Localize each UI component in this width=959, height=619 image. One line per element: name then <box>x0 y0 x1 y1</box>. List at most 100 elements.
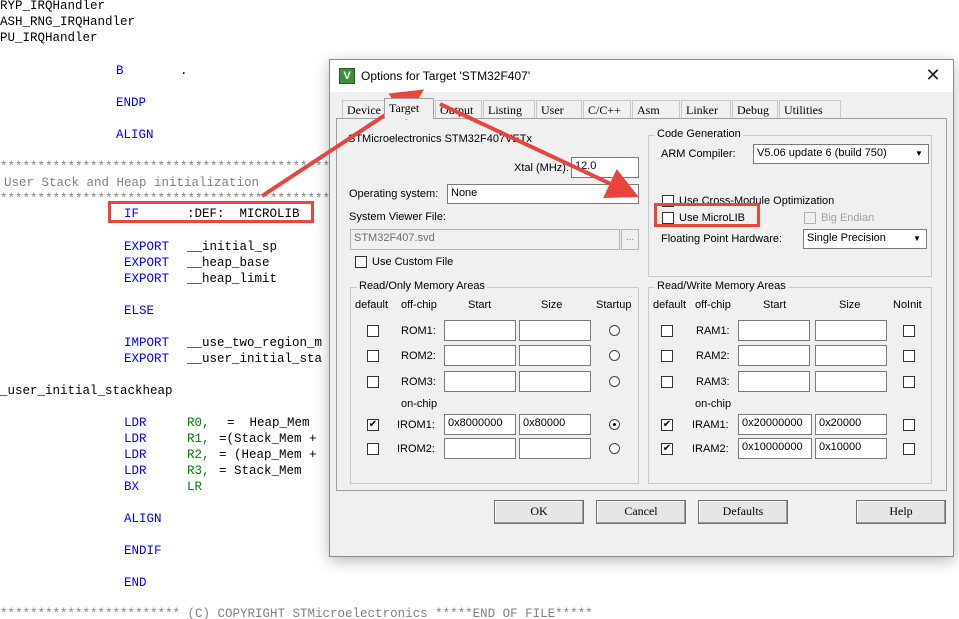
ram3-noinit-checkbox[interactable] <box>903 376 915 388</box>
irom2-startup-radio[interactable] <box>609 443 620 454</box>
ram3-label: RAM3: <box>696 376 730 388</box>
dialog-titlebar[interactable]: V Options for Target 'STM32F407' ✕ <box>330 60 953 92</box>
irom1-startup-radio[interactable] <box>609 419 620 430</box>
ram3-size-input[interactable] <box>815 371 887 392</box>
help-button[interactable]: Help <box>856 500 946 524</box>
iram1-noinit-checkbox[interactable] <box>903 419 915 431</box>
tab-target[interactable]: Target <box>384 98 434 119</box>
col-default: default <box>653 299 687 311</box>
onchip-label: on-chip <box>401 398 438 410</box>
fpu-label: Floating Point Hardware: <box>661 233 783 245</box>
ram1-start-input[interactable] <box>738 320 810 341</box>
rom3-start-input[interactable] <box>444 371 516 392</box>
iram1-start-input[interactable]: 0x20000000 <box>738 414 812 435</box>
ok-button[interactable]: OK <box>494 500 584 524</box>
iram1-default-checkbox[interactable]: ✔ <box>661 419 673 431</box>
col-noinit: NoInit <box>893 299 922 311</box>
code-generation-title: Code Generation <box>655 128 743 140</box>
readonly-memory-title: Read/Only Memory Areas <box>357 280 487 292</box>
rom3-label: ROM3: <box>401 376 436 388</box>
ram2-start-input[interactable] <box>738 345 810 366</box>
tab-utilities[interactable]: Utilities <box>779 100 841 118</box>
rom1-startup-radio[interactable] <box>609 325 620 336</box>
irom2-label: IROM2: <box>397 443 435 455</box>
col-size: Size <box>839 299 861 311</box>
rom2-start-input[interactable] <box>444 345 516 366</box>
code-op: LDR <box>124 432 147 446</box>
rom1-start-input[interactable] <box>444 320 516 341</box>
use-custom-file-checkbox[interactable] <box>355 256 367 268</box>
code-reg: R3, <box>187 464 210 478</box>
tab-listing[interactable]: Listing <box>483 100 535 118</box>
tab-c-cpp[interactable]: C/C++ <box>583 100 631 118</box>
rom3-startup-radio[interactable] <box>609 376 620 387</box>
big-endian-label: Big Endian <box>821 212 875 224</box>
ram2-noinit-checkbox[interactable] <box>903 350 915 362</box>
tab-linker[interactable]: Linker <box>681 100 731 118</box>
microlib-highlight-box <box>654 203 760 227</box>
chevron-down-icon: ▼ <box>625 189 633 198</box>
defaults-button[interactable]: Defaults <box>698 500 788 524</box>
ram2-size-input[interactable] <box>815 345 887 366</box>
iram1-size-input[interactable]: 0x20000 <box>815 414 887 435</box>
rom1-size-input[interactable] <box>519 320 591 341</box>
arm-compiler-label: ARM Compiler: <box>661 148 736 160</box>
iram2-start-input[interactable]: 0x10000000 <box>738 438 812 459</box>
target-tab-panel: STMicroelectronics STM32F407VETx Xtal (M… <box>336 118 947 491</box>
browse-button[interactable]: ... <box>621 229 639 250</box>
tab-device[interactable]: Device <box>342 100 386 118</box>
col-offchip: off-chip <box>695 299 731 311</box>
irom2-default-checkbox[interactable] <box>367 443 379 455</box>
close-icon[interactable]: ✕ <box>921 65 945 87</box>
code-reg: R2, <box>187 448 210 462</box>
ram2-default-checkbox[interactable] <box>661 350 673 362</box>
ram1-size-input[interactable] <box>815 320 887 341</box>
iram2-size-input[interactable]: 0x10000 <box>815 438 887 459</box>
code-arg: __user_initial_sta <box>187 352 323 366</box>
ram1-default-checkbox[interactable] <box>661 325 673 337</box>
os-select[interactable]: None ▼ <box>447 184 639 204</box>
rom1-default-checkbox[interactable] <box>367 325 379 337</box>
tab-output[interactable]: Output <box>435 100 482 118</box>
code-arg: __use_two_region_m <box>187 336 323 350</box>
microlib-code-highlight <box>108 201 314 223</box>
fpu-select[interactable]: Single Precision ▼ <box>803 229 927 249</box>
code-op: EXPORT <box>124 352 170 366</box>
svf-input[interactable]: STM32F407.svd <box>350 229 620 250</box>
iram2-label: IRAM2: <box>692 443 729 455</box>
rom3-size-input[interactable] <box>519 371 591 392</box>
iram2-noinit-checkbox[interactable] <box>903 443 915 455</box>
keil-app-icon: V <box>339 68 355 84</box>
irom1-default-checkbox[interactable]: ✔ <box>367 419 379 431</box>
rom2-startup-radio[interactable] <box>609 350 620 361</box>
rom2-default-checkbox[interactable] <box>367 350 379 362</box>
iram2-default-checkbox[interactable]: ✔ <box>661 443 673 455</box>
tab-user[interactable]: User <box>536 100 582 118</box>
rom3-default-checkbox[interactable] <box>367 376 379 388</box>
big-endian-checkbox[interactable] <box>804 212 816 224</box>
tab-asm[interactable]: Asm <box>632 100 680 118</box>
code-comment: ****************************************… <box>0 160 346 174</box>
arm-compiler-select[interactable]: V5.06 update 6 (build 750) ▼ <box>753 144 929 164</box>
irom1-size-input[interactable]: 0x80000 <box>519 414 591 435</box>
os-select-value: None <box>451 187 478 199</box>
code-op: ALIGN <box>116 128 154 142</box>
xtal-input[interactable]: 12.0 <box>571 157 639 178</box>
ram3-default-checkbox[interactable] <box>661 376 673 388</box>
tab-debug[interactable]: Debug <box>732 100 778 118</box>
code-reg: R0, <box>187 416 210 430</box>
ram2-label: RAM2: <box>696 350 730 362</box>
col-size: Size <box>541 299 563 311</box>
rom2-size-input[interactable] <box>519 345 591 366</box>
chevron-down-icon: ▼ <box>913 234 921 243</box>
cancel-button[interactable]: Cancel <box>596 500 686 524</box>
irom2-start-input[interactable] <box>444 438 516 459</box>
code-op: LDR <box>124 464 147 478</box>
irom2-size-input[interactable] <box>519 438 591 459</box>
irom1-start-input[interactable]: 0x8000000 <box>444 414 516 435</box>
ram1-noinit-checkbox[interactable] <box>903 325 915 337</box>
onchip-label: on-chip <box>695 398 732 410</box>
readonly-memory-group: Read/Only Memory Areas default off-chip … <box>350 280 639 484</box>
ram3-start-input[interactable] <box>738 371 810 392</box>
code-arg: __heap_limit <box>187 272 278 286</box>
